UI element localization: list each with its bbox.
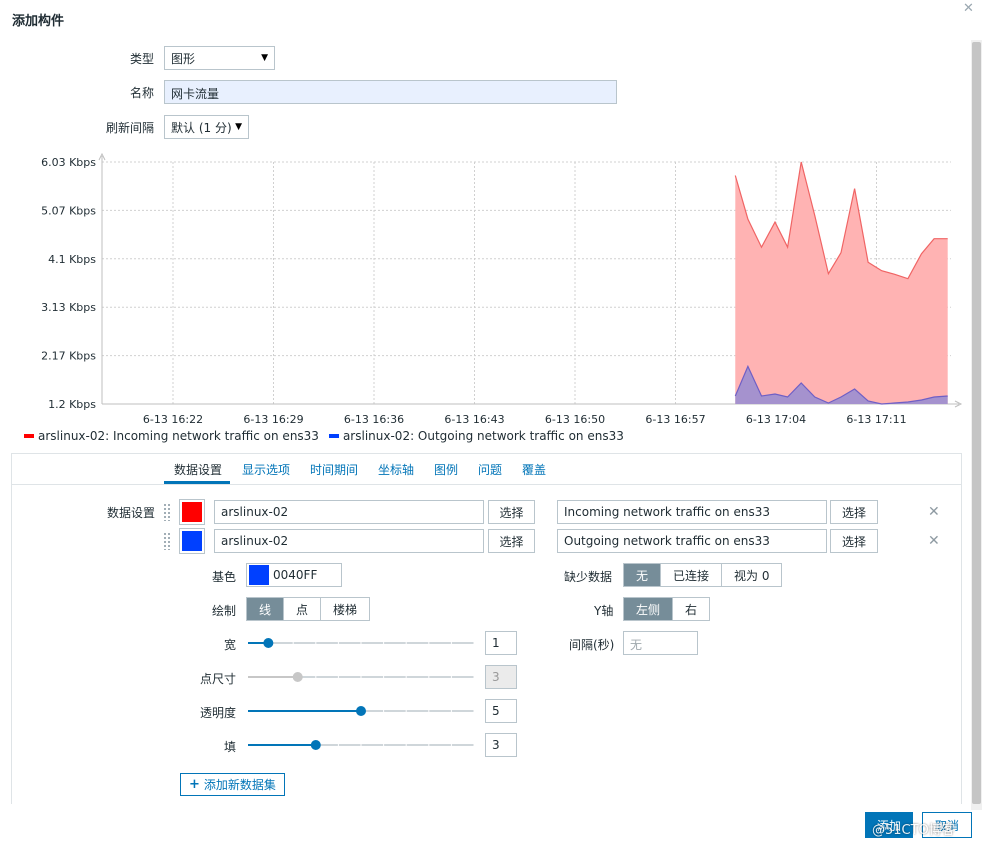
fill-input[interactable]: 3 [485,733,517,757]
dialog-title: 添加构件 [12,14,65,29]
add-dataset-label: 添加新数据集 [203,778,276,792]
legend-item-outgoing: arslinux-02: Outgoing network traffic on… [328,429,624,443]
slider-knob [292,672,303,682]
traffic-chart: 6.03 Kbps 5.07 Kbps 4.1 Kbps 3.13 Kbps 2.17 … [41,152,963,426]
item-input[interactable]: Incoming network traffic on ens33 [557,500,827,524]
dataset-label: 数据设置 [107,506,156,520]
legend-label: arslinux-02: Incoming network traffic on… [38,429,319,443]
missing-data-toggle: 无 已连接 视为 0 [623,563,783,587]
point-size-input[interactable]: 3 [485,665,517,689]
caret-down-icon: ▼ [235,122,242,132]
base-color-value: 0040FF [273,568,318,582]
y-tick-label: 3.13 Kbps [41,301,96,314]
missing-data-label: 缺少数据 [564,570,613,584]
y-axis-option-left[interactable]: 左侧 [624,598,674,620]
tab-problems[interactable]: 问题 [478,461,502,478]
type-label: 类型 [129,52,154,66]
tab-overrides[interactable]: 覆盖 [522,461,546,478]
scrollbar-thumb[interactable] [972,42,981,804]
x-tick-label: 6-13 17:11 [846,413,906,426]
draw-option-points[interactable]: 点 [284,598,322,620]
add-dataset-button[interactable]: + 添加新数据集 [180,773,285,796]
type-select[interactable]: 图形 ▼ [164,46,275,70]
x-tick-label: 6-13 16:29 [243,413,303,426]
select-item-button[interactable]: 选择 [830,529,878,553]
base-color-picker[interactable]: 0040FF [246,563,342,587]
missing-option-connected[interactable]: 已连接 [661,564,723,586]
select-host-button[interactable]: 选择 [488,529,535,553]
interval-label: 间隔(秒) [569,638,615,652]
dataset-color-swatch[interactable] [179,499,205,525]
watermark: @51CTO博客 [872,823,955,838]
item-input-text: Incoming network traffic on ens33 [564,505,770,519]
tab-axes[interactable]: 坐标轴 [378,461,414,478]
draw-type-toggle: 线 点 楼梯 [246,597,371,621]
slider-knob [356,706,366,716]
y-axis-label: Y轴 [594,604,614,618]
tab-data-settings[interactable]: 数据设置 [174,461,222,478]
fill-label: 填 [223,740,236,754]
draw-label: 绘制 [211,604,236,618]
point-size-label: 点尺寸 [199,672,236,686]
y-tick-label: 6.03 Kbps [41,156,96,169]
close-icon[interactable]: ✕ [963,1,974,16]
chart-legend: arslinux-02: Incoming network traffic on… [24,429,624,443]
x-tick-label: 6-13 16:50 [545,413,605,426]
y-tick-label: 5.07 Kbps [41,204,96,217]
legend-swatch [328,434,339,438]
base-color-label: 基色 [211,570,236,584]
y-tick-label: 1.2 Kbps [48,398,96,411]
refresh-label: 刷新间隔 [105,121,154,135]
host-input[interactable]: arslinux-02 [214,500,484,524]
select-host-button[interactable]: 选择 [488,500,535,524]
name-label: 名称 [129,86,154,100]
width-input[interactable]: 1 [485,631,517,655]
plus-icon: + [189,777,200,792]
legend-label: arslinux-02: Outgoing network traffic on… [342,429,624,443]
y-axis-option-right[interactable]: 右 [673,598,710,620]
drag-handle-icon[interactable] [163,532,171,550]
missing-option-zero[interactable]: 视为 0 [722,564,782,586]
y-tick-label: 2.17 Kbps [41,350,96,363]
x-tick-label: 6-13 16:43 [444,413,504,426]
caret-down-icon: ▼ [261,53,268,63]
refresh-select[interactable]: 默认 (1 分) ▼ [164,115,249,139]
x-tick-label: 6-13 17:04 [746,413,806,426]
fill-slider[interactable] [246,734,476,756]
legend-item-incoming: arslinux-02: Incoming network traffic on… [24,429,319,443]
item-input[interactable]: Outgoing network traffic on ens33 [557,529,827,553]
transparency-slider[interactable] [246,700,476,722]
y-tick-label: 4.1 Kbps [48,253,96,266]
draw-option-staircase[interactable]: 楼梯 [321,598,370,620]
legend-swatch [24,434,34,438]
series-area-0 [735,162,948,404]
remove-dataset-icon[interactable]: ✕ [928,533,940,549]
remove-dataset-icon[interactable]: ✕ [928,504,940,520]
x-tick-label: 6-13 16:57 [645,413,705,426]
slider-knob [263,638,274,648]
width-slider[interactable] [246,632,476,654]
tab-display-options[interactable]: 显示选项 [242,461,290,478]
dataset-color-swatch[interactable] [179,528,205,554]
x-tick-label: 6-13 16:22 [143,413,203,426]
base-color-swatch [249,565,269,585]
y-axis-toggle: 左侧 右 [623,597,711,621]
select-item-button[interactable]: 选择 [830,500,878,524]
missing-option-none[interactable]: 无 [624,564,662,586]
type-select-value: 图形 [171,51,196,66]
interval-input[interactable]: 无 [623,631,698,655]
tab-time-period[interactable]: 时间期间 [310,461,358,478]
slider-knob [310,740,321,750]
tab-legend[interactable]: 图例 [434,461,458,478]
transparency-label: 透明度 [199,706,236,720]
refresh-select-value: 默认 (1 分) [171,120,232,135]
name-input[interactable]: 网卡流量 [164,80,617,104]
width-label: 宽 [223,638,236,652]
draw-option-line[interactable]: 线 [247,598,285,620]
x-tick-label: 6-13 16:36 [344,413,404,426]
drag-handle-icon[interactable] [163,503,171,521]
transparency-input[interactable]: 5 [485,699,517,723]
point-size-slider[interactable] [246,666,476,688]
host-input[interactable]: arslinux-02 [214,529,484,553]
